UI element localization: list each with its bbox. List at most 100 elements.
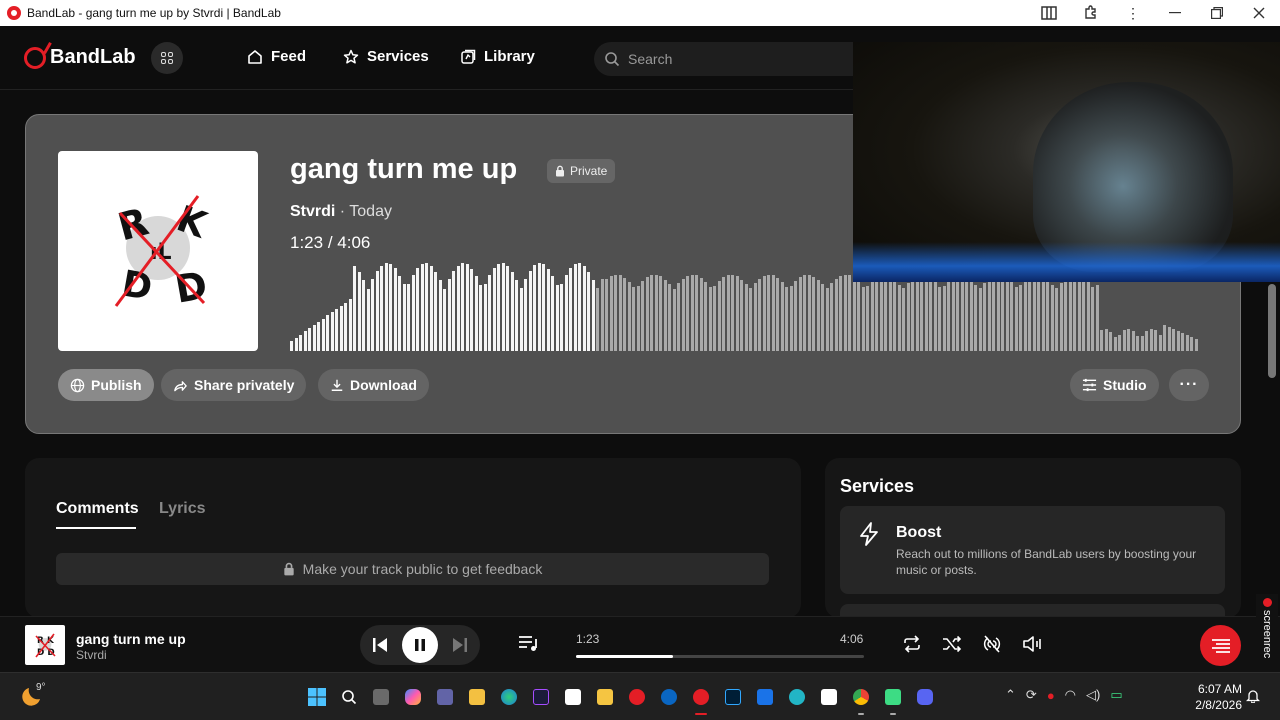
share-privately-label: Share privately	[194, 377, 295, 393]
extensions-icon[interactable]	[1070, 0, 1112, 26]
waveform-bar	[587, 272, 590, 351]
apps-grid-button[interactable]	[151, 42, 183, 74]
next-track-button[interactable]	[450, 635, 470, 660]
download-button[interactable]: Download	[318, 369, 429, 401]
copilot-button[interactable]	[401, 685, 425, 709]
previous-track-button[interactable]	[370, 635, 390, 660]
speaker-icon[interactable]: ◁)	[1086, 687, 1100, 703]
restore-icon[interactable]	[1196, 0, 1238, 26]
tab-lyrics[interactable]: Lyrics	[159, 500, 206, 518]
file-explorer-button[interactable]	[593, 685, 617, 709]
repeat-button[interactable]	[902, 635, 922, 658]
weather-widget[interactable]: 9°	[20, 682, 46, 714]
track-cover-art[interactable]: R K D D ıL	[58, 151, 258, 351]
waveform-bar	[1181, 333, 1184, 351]
affinity-button[interactable]	[529, 685, 553, 709]
waveform-bar	[1109, 332, 1112, 351]
player-artist-name[interactable]: Stvrdi	[76, 648, 107, 662]
microphone-icon[interactable]: ●	[1047, 688, 1055, 703]
waveform-bar	[1001, 275, 1004, 351]
waveform-bar	[938, 287, 941, 351]
amazon-button[interactable]	[561, 685, 585, 709]
task-view-button[interactable]	[369, 685, 393, 709]
screenrec-widget[interactable]: screenrec	[1256, 594, 1278, 678]
waveform-bar	[1095, 285, 1099, 351]
player-cover-art[interactable]: R K D D	[25, 625, 65, 665]
nav-library-link[interactable]: Library	[460, 48, 535, 65]
player-menu-button[interactable]	[1200, 625, 1241, 666]
search-box[interactable]	[594, 42, 894, 76]
studio-button[interactable]: Studio	[1070, 369, 1159, 401]
waveform-bar	[501, 263, 505, 351]
capcut-editor-button[interactable]	[817, 685, 841, 709]
loop-off-button[interactable]	[982, 635, 1002, 658]
waveform-bar	[681, 279, 685, 351]
battery-icon[interactable]: ▭	[1110, 687, 1122, 703]
shuffle-button[interactable]	[942, 635, 962, 658]
taskbar-search-button[interactable]	[337, 685, 361, 709]
boost-service-card[interactable]: Boost Reach out to millions of BandLab u…	[840, 506, 1225, 594]
chrome-icon	[853, 689, 869, 705]
home-icon	[248, 49, 262, 64]
waveform-bar	[1136, 336, 1139, 351]
edge-button[interactable]	[497, 685, 521, 709]
store-button[interactable]	[465, 685, 489, 709]
player-track-title[interactable]: gang turn me up	[76, 631, 186, 647]
minimize-icon[interactable]	[1154, 0, 1196, 26]
wifi-icon[interactable]: ◠	[1065, 687, 1076, 703]
waveform-bar	[591, 280, 595, 351]
waveform-bar	[582, 266, 586, 351]
waveform-bar	[569, 267, 572, 351]
tray-overflow-icon[interactable]: ⌃	[1005, 687, 1016, 703]
waveform-bar	[821, 284, 824, 351]
share-privately-button[interactable]: Share privately	[161, 369, 307, 401]
pause-button[interactable]	[402, 627, 438, 663]
edge-beta-button[interactable]	[785, 685, 809, 709]
waveform-bar	[677, 283, 680, 351]
teams-button[interactable]	[433, 685, 457, 709]
capcut-button[interactable]	[753, 685, 777, 709]
browser-menu-icon[interactable]: ⋮	[1112, 0, 1154, 26]
photoshop-button[interactable]	[721, 685, 745, 709]
boost-name: Boost	[896, 524, 942, 541]
waveform-bar	[645, 277, 649, 351]
waveform-bar	[695, 275, 698, 351]
page-scrollbar[interactable]	[1268, 284, 1276, 378]
waveform-bar	[852, 278, 856, 351]
taskbar-clock[interactable]: 6:07 AM 2/8/2026	[1186, 681, 1242, 713]
artist-name-link[interactable]: Stvrdi	[290, 203, 335, 220]
youtube-button[interactable]	[625, 685, 649, 709]
reading-view-icon[interactable]	[1028, 0, 1070, 26]
waveform-bar	[726, 275, 730, 351]
nav-services-link[interactable]: Services	[343, 48, 429, 65]
waveform-bar	[672, 288, 676, 351]
lock-icon	[283, 562, 294, 576]
sync-icon[interactable]: ⟳	[1026, 687, 1037, 703]
android-studio-button[interactable]	[881, 685, 905, 715]
volume-button[interactable]	[1022, 635, 1044, 658]
search-input[interactable]	[628, 51, 848, 67]
bandlab-taskbar-button[interactable]	[689, 685, 713, 715]
waveform-bar	[474, 275, 478, 351]
hp-button[interactable]	[657, 685, 681, 709]
queue-icon	[519, 636, 537, 651]
start-button[interactable]	[305, 685, 329, 709]
waveform-bar	[1077, 275, 1081, 351]
waveform-bar	[1131, 331, 1135, 351]
more-options-button[interactable]: ···	[1169, 369, 1209, 401]
player-progress-bar[interactable]	[576, 655, 864, 658]
publish-button[interactable]: Publish	[58, 369, 154, 401]
discord-button[interactable]	[913, 685, 937, 709]
notifications-icon[interactable]	[1245, 689, 1261, 708]
bandlab-logo[interactable]: BandLab	[24, 46, 136, 69]
queue-button[interactable]	[518, 635, 540, 658]
waveform-bar	[1073, 274, 1076, 351]
audio-player-bar: R K D D gang turn me up Stvrdi 1:23 4:06	[0, 616, 1280, 672]
waveform-bar	[609, 276, 613, 351]
nav-feed-link[interactable]: Feed	[247, 48, 306, 65]
tab-comments[interactable]: Comments	[56, 500, 139, 518]
close-icon[interactable]	[1238, 0, 1280, 26]
waveform-bar	[780, 282, 784, 351]
chrome-button[interactable]	[849, 685, 873, 715]
waveform-bar	[1113, 337, 1117, 351]
